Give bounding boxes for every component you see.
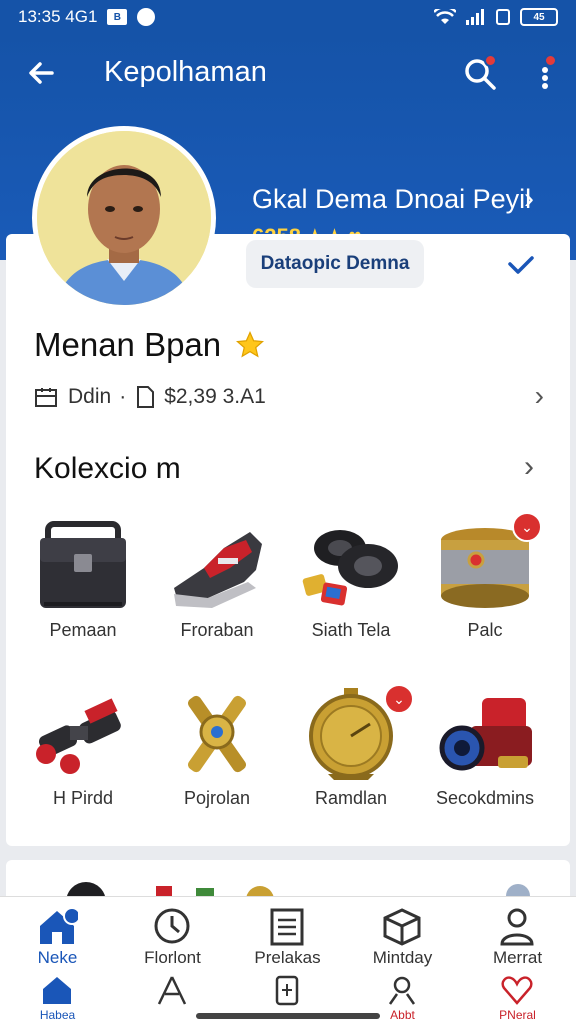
search-icon[interactable]: [462, 54, 498, 92]
nav-mintday[interactable]: Mintday: [345, 900, 460, 967]
item-label: H Pirdd: [52, 788, 114, 808]
clock-icon: [154, 908, 190, 944]
category-pill[interactable]: Dataopic Demna: [246, 240, 424, 288]
box-icon: [383, 908, 421, 946]
collection-item[interactable]: Pojrolan: [152, 686, 282, 826]
item-label: Ramdlan: [314, 788, 388, 808]
item-label: Pemaan: [49, 620, 117, 640]
nav-home[interactable]: Neke: [0, 900, 115, 967]
nav-label: Merrat: [492, 948, 543, 967]
meta-separator: ·: [119, 385, 127, 408]
nav2-label: Habea: [39, 1008, 76, 1022]
status-time: 13:35 4G1: [18, 7, 98, 26]
calendar-icon: [35, 388, 57, 407]
phone-icon: [275, 975, 299, 1006]
item-label: Pojrolan: [183, 788, 251, 808]
promo-chevron-icon[interactable]: ›: [524, 182, 534, 216]
nav-merrat[interactable]: Merrat: [460, 900, 575, 967]
valve-icon: [187, 695, 247, 773]
meta-left: Ddin: [68, 385, 112, 408]
heart-icon: [501, 976, 533, 1005]
user-name: Menan Bpan: [34, 326, 222, 363]
chevron-right-icon[interactable]: ›: [535, 380, 544, 412]
more-notification-dot: [544, 54, 557, 67]
collection-title: Kolexcio m: [34, 452, 181, 485]
toolbox-icon: [40, 521, 126, 608]
nav-label: Florlont: [144, 948, 201, 967]
document-icon: [137, 386, 155, 408]
nav2-label: PNeral: [499, 1008, 536, 1022]
nav-prelakas[interactable]: Prelakas: [230, 900, 345, 967]
meta-right: $2,39 3.A1: [164, 385, 266, 408]
nav2-home[interactable]: Habea: [0, 968, 115, 1024]
item-label: Siath Tela: [311, 620, 391, 640]
binoculars-icon: [36, 698, 121, 774]
status-right: 45: [434, 8, 558, 26]
profile-card: Dataopic Demna Menan Bpan Ddin · $2,39 3…: [6, 234, 570, 846]
chevron-down-icon[interactable]: ⌄: [512, 512, 542, 542]
collection-item[interactable]: Froraban: [152, 518, 282, 658]
sim-icon: [496, 9, 510, 25]
collection-item[interactable]: ⌄ Ramdlan: [286, 684, 416, 826]
wifi-icon: [434, 9, 456, 24]
check-icon[interactable]: [506, 252, 536, 278]
home-icon: [40, 907, 78, 944]
app-notification-icon: [137, 8, 156, 26]
camera-icon: [439, 698, 532, 771]
tires-icon: [302, 530, 398, 606]
clipboard-icon: [270, 908, 304, 946]
user-name-row: Menan Bpan: [34, 326, 265, 364]
item-label: Froraban: [180, 620, 254, 640]
collection-item[interactable]: Siath Tela: [286, 518, 416, 658]
boot-icon: [174, 532, 262, 608]
nav-florlont[interactable]: Florlont: [115, 900, 230, 967]
collection-chevron-icon[interactable]: ›: [524, 450, 534, 484]
collection-item[interactable]: Pemaan: [18, 518, 148, 658]
meta-row[interactable]: Ddin · $2,39 3.A1 ›: [34, 380, 544, 412]
star-icon: [236, 330, 265, 358]
collection-item[interactable]: Secokdmins: [420, 686, 550, 826]
status-bar: 13:35 4G1 B 45: [0, 0, 576, 34]
item-label: Palc: [467, 620, 503, 640]
nav2-heart[interactable]: PNeral: [460, 968, 575, 1024]
signal-icon: [466, 9, 484, 25]
battery-icon: 45: [520, 8, 558, 26]
nav-label: Prelakas: [254, 948, 321, 967]
chevron-down-icon[interactable]: ⌄: [384, 684, 414, 714]
page-title: Kepolhaman: [104, 56, 267, 88]
search-notification-dot: [484, 54, 497, 67]
triangle-icon: [157, 976, 187, 1005]
notification-icon: B: [107, 9, 128, 25]
nav-label: Mintday: [372, 948, 433, 967]
more-options-icon[interactable]: [530, 54, 560, 92]
status-left: 13:35 4G1 B: [18, 7, 156, 27]
user-icon: [500, 908, 534, 946]
home-indicator[interactable]: [196, 1013, 380, 1019]
user-outline-icon: [388, 976, 416, 1005]
item-label: Secokdmins: [435, 788, 535, 808]
home-icon: [43, 977, 71, 1004]
collection-item[interactable]: ⌄ Palc: [420, 512, 550, 658]
nav-label: Neke: [37, 948, 78, 967]
promo-title[interactable]: Gkal Dema Dnoai Peyil: [252, 184, 531, 215]
collection-item[interactable]: H Pirdd: [18, 686, 148, 826]
back-arrow-icon[interactable]: [24, 56, 58, 90]
avatar[interactable]: [32, 126, 216, 310]
